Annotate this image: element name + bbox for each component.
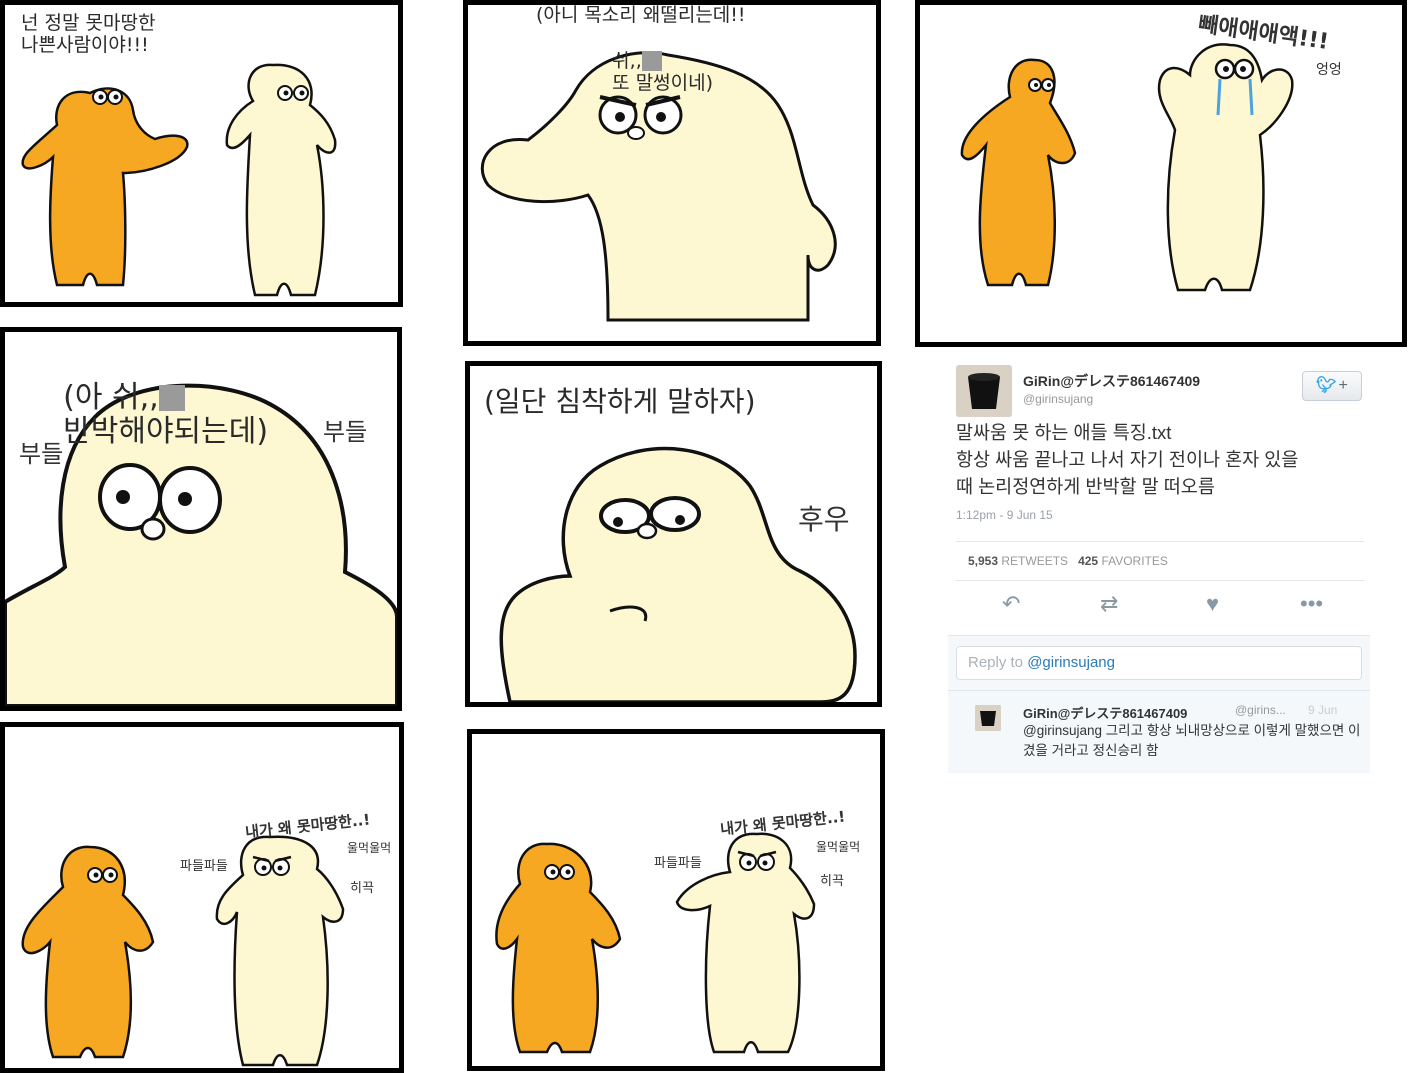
retweets-label[interactable]: RETWEETS (1001, 554, 1068, 568)
panel-4-sfx-right: 부들 (323, 418, 368, 446)
retweet-icon[interactable]: ⇄ (1100, 591, 1118, 617)
reply-author-name[interactable]: GiRin@デレステ861467409 (1023, 703, 1187, 722)
panel-3-cry: 엉엉 (1316, 62, 1342, 78)
favorites-count[interactable]: 425 (1078, 554, 1098, 568)
panel-2-caption-part-a: 쉬,, (612, 49, 642, 72)
tweet-text-line-3: 때 논리정연하게 반박할 말 떠오름 (956, 476, 1215, 497)
panel-4-sfx-left: 부들 (19, 440, 64, 468)
comic-panel-6: 내가 왜 못마땅한..! 파들파들 울먹울먹 히끅 (0, 722, 404, 1073)
censor-mosaic (641, 51, 662, 72)
comic-panel-2: (아니 목소리 왜떨리는데!! 쉬,, 또 말썽이네) (463, 0, 881, 346)
panel-7-tremble: 파들파들 (654, 856, 702, 871)
reply-tweet[interactable]: GiRin@デレステ861467409 @girins... 9 Jun @gi… (948, 690, 1370, 773)
reply-placeholder-handle: @girinsujang (1027, 654, 1115, 671)
panel-2-caption-part-b: 또 말썽이네) (612, 71, 714, 94)
tweet-card: GiRin@デレステ861467409 @girinsujang 🐦︎ + 말싸움… (948, 357, 1370, 773)
panel-7-illustration (495, 832, 816, 1054)
reply-placeholder-prefix: Reply to (968, 654, 1028, 671)
comic-panel-5: (일단 침착하게 말하자) 후우 (465, 361, 882, 707)
more-icon[interactable]: ••• (1300, 591, 1323, 617)
comic-panel-4: (아 쉬,, 반박해야되는데) 부들 부들 (0, 327, 402, 711)
tweet-actions: ↶ ⇄ ♥ ••• (956, 585, 1364, 625)
tweet-author-handle[interactable]: @girinsujang (1023, 392, 1093, 406)
panel-7-hiccup: 히끅 (820, 874, 844, 889)
panel-7-sob: 울먹울먹 (816, 840, 861, 854)
panel-1-caption: 넌 정말 못마땅한 나쁜사람이야!!! (21, 12, 156, 56)
panel-3-illustration (960, 43, 1294, 292)
follow-button[interactable]: 🐦︎ + (1302, 371, 1362, 401)
panel-5-caption: (일단 침착하게 말하자) (484, 385, 756, 418)
reply-text: @girinsujang 그리고 항상 뇌내망상으로 이렇게 말했으면 이겼을 … (1023, 723, 1361, 758)
tweet-text-line-2: 항상 싸움 끝나고 나서 자기 전이나 혼자 있을 (956, 449, 1299, 470)
panel-2-caption-line2: 쉬,, 또 말썽이네) (588, 29, 713, 116)
tweet-timestamp[interactable]: 1:12pm - 9 Jun 15 (956, 508, 1053, 522)
tweet-author-name[interactable]: GiRin@デレステ861467409 (1023, 371, 1200, 391)
panel-6-hiccup: 히끅 (350, 881, 374, 896)
panel-6-illustration (21, 835, 345, 1067)
twitter-bird-icon: 🐦︎ (1316, 377, 1337, 394)
tweet-stats: 5,953 RETWEETS 425 FAVORITES (956, 541, 1364, 581)
panel-4-caption-part-b: 반박해야되는데) (63, 414, 269, 449)
panel-6-tremble: 파들파들 (180, 859, 228, 874)
reply-input[interactable]: Reply to @girinsujang (956, 646, 1362, 680)
panel-4-caption-part-a: (아 쉬,, (63, 379, 159, 415)
censor-mosaic (158, 385, 185, 411)
tweet-text-line-1: 말싸움 못 하는 애들 특징.txt (956, 422, 1172, 443)
comic-panel-3: 빼애애애액!!! 엉엉 (915, 0, 1407, 347)
avatar[interactable] (956, 365, 1012, 417)
reply-author-handle[interactable]: @girins... (1235, 703, 1286, 717)
panel-5-sfx: 후우 (798, 503, 850, 536)
favorites-label[interactable]: FAVORITES (1101, 554, 1167, 568)
favorite-icon[interactable]: ♥ (1206, 591, 1219, 617)
panel-2-caption-line1: (아니 목소리 왜떨리는데!! (536, 4, 746, 26)
reply-icon[interactable]: ↶ (1002, 591, 1020, 617)
follow-plus: + (1338, 377, 1348, 394)
comic-panel-7: 내가 왜 못마땅한..! 파들파들 울먹울먹 히끅 (467, 729, 885, 1071)
reply-area: Reply to @girinsujang (948, 635, 1370, 691)
reply-date[interactable]: 9 Jun (1308, 703, 1337, 717)
tweet-text: 말싸움 못 하는 애들 특징.txt 항상 싸움 끝나고 나서 자기 전이나 혼… (956, 419, 1298, 500)
retweets-count[interactable]: 5,953 (968, 554, 998, 568)
comic-panel-1: 넌 정말 못마땅한 나쁜사람이야!!! (0, 0, 403, 307)
panel-6-sob: 울먹울먹 (347, 841, 392, 855)
avatar[interactable] (975, 705, 1001, 731)
